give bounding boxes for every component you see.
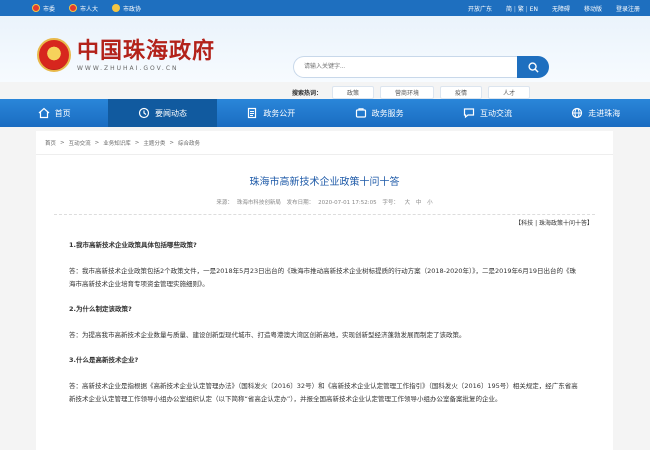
site-url: WWW.ZHUHAI.GOV.CN (77, 64, 179, 72)
hot-words: 搜索热词： 政策 营商环境 疫情 人才 (292, 86, 531, 99)
article-body: 1.我市高新技术企业政策具体包括哪些政策? 答：我市高新技术企业政策包括2个政策… (36, 239, 613, 406)
font-size-medium[interactable]: 中 (416, 200, 422, 206)
hot-word-policy[interactable]: 政策 (332, 86, 375, 99)
answer-2: 答：为提高我市高新技术企业数量与质量、建设创新型现代城市、打造粤港澳大湾区创新高… (69, 331, 466, 339)
hot-words-label: 搜索热词： (292, 90, 323, 97)
chat-icon (463, 108, 475, 119)
main-nav: 首页 要闻动态 政务公开 政务服务 互动交流 走进珠海 (0, 99, 650, 127)
breadcrumb: 首页 > 互动交流 > 业务知识库 > 主题分类 > 综合政务 (36, 131, 613, 155)
nav-home[interactable]: 首页 (0, 99, 108, 127)
site-title: 中国珠海政府 (77, 37, 216, 64)
breadcrumb-knowledge-base[interactable]: 业务知识库 (103, 139, 131, 147)
answer-1: 答：我市高新技术企业政策包括2个政策文件，一是2018年5月23日出台的《珠海市… (69, 267, 576, 288)
npc-link[interactable]: 市人大 (69, 4, 98, 13)
search-button[interactable] (517, 56, 549, 78)
national-emblem-icon (69, 4, 78, 12)
national-emblem-icon (37, 38, 71, 72)
question-2: 2.为什么制定该政策? (69, 305, 132, 313)
article-date: 2020-07-01 17:52:05 (318, 200, 377, 206)
cpc-link[interactable]: 市委 (32, 4, 55, 13)
cppcc-emblem-icon (112, 4, 121, 12)
cppcc-link[interactable]: 市政协 (112, 4, 141, 13)
hot-word-business[interactable]: 营商环境 (380, 86, 435, 99)
breadcrumb-general[interactable]: 综合政务 (178, 139, 200, 147)
breadcrumb-topic[interactable]: 主题分类 (143, 139, 165, 147)
nav-gov-service[interactable]: 政务服务 (325, 99, 433, 127)
nav-gov-affairs[interactable]: 政务公开 (217, 99, 325, 127)
site-logo[interactable]: 中国珠海政府 WWW.ZHUHAI.GOV.CN (37, 38, 215, 72)
open-guangdong-link[interactable]: 开放广东 (468, 4, 492, 13)
nav-about-zhuhai[interactable]: 走进珠海 (542, 99, 650, 127)
article-tagline: 【科技 | 珠海政策十问十答】 (515, 220, 593, 227)
article-title: 珠海市高新技术企业政策十问十答 (249, 177, 400, 188)
search-input[interactable] (293, 56, 517, 78)
font-size-small[interactable]: 小 (427, 200, 433, 206)
hot-word-epidemic[interactable]: 疫情 (440, 86, 483, 99)
article-panel: 首页 > 互动交流 > 业务知识库 > 主题分类 > 综合政务 珠海市高新技术企业政策十… (36, 131, 613, 450)
login-register-link[interactable]: 登录注册 (616, 4, 640, 13)
divider (54, 214, 595, 215)
globe-icon (572, 107, 583, 119)
party-emblem-icon (32, 4, 40, 12)
question-1: 1.我市高新技术企业政策具体包括哪些政策? (69, 241, 197, 249)
mobile-link[interactable]: 移动版 (584, 4, 602, 13)
news-icon (138, 107, 150, 119)
question-3: 3.什么是高新技术企业? (69, 356, 139, 364)
lang-traditional[interactable]: 繁 (518, 6, 524, 13)
font-size-large[interactable]: 大 (405, 200, 411, 206)
search-box (293, 56, 549, 78)
nav-news[interactable]: 要闻动态 (108, 99, 217, 127)
nav-interaction[interactable]: 互动交流 (433, 99, 541, 127)
hot-word-talent[interactable]: 人才 (488, 86, 531, 99)
search-icon (527, 61, 539, 73)
article-meta: 来源： 珠海市科技创新局 发布日期： 2020-07-01 17:52:05 字号：… (216, 200, 433, 206)
breadcrumb-home[interactable]: 首页 (45, 139, 56, 147)
top-bar: 市委 市人大 市政协 开放广东 简 | 繁 | EN 无障碍 移动版 登录注册 (0, 0, 650, 16)
lang-english[interactable]: EN (530, 6, 538, 13)
home-icon (38, 107, 50, 119)
breadcrumb-interaction[interactable]: 互动交流 (69, 139, 91, 147)
service-icon (355, 108, 366, 118)
accessibility-link[interactable]: 无障碍 (552, 4, 570, 13)
doc-icon (248, 107, 257, 119)
answer-3: 答：高新技术企业是指根据《高新技术企业认定管理办法》（国科发火〔2016〕32号… (69, 382, 578, 403)
site-header: 中国珠海政府 WWW.ZHUHAI.GOV.CN 搜索热词： 政策 营商环境 疫… (0, 16, 650, 99)
article-source: 珠海市科技创新局 (236, 200, 281, 206)
